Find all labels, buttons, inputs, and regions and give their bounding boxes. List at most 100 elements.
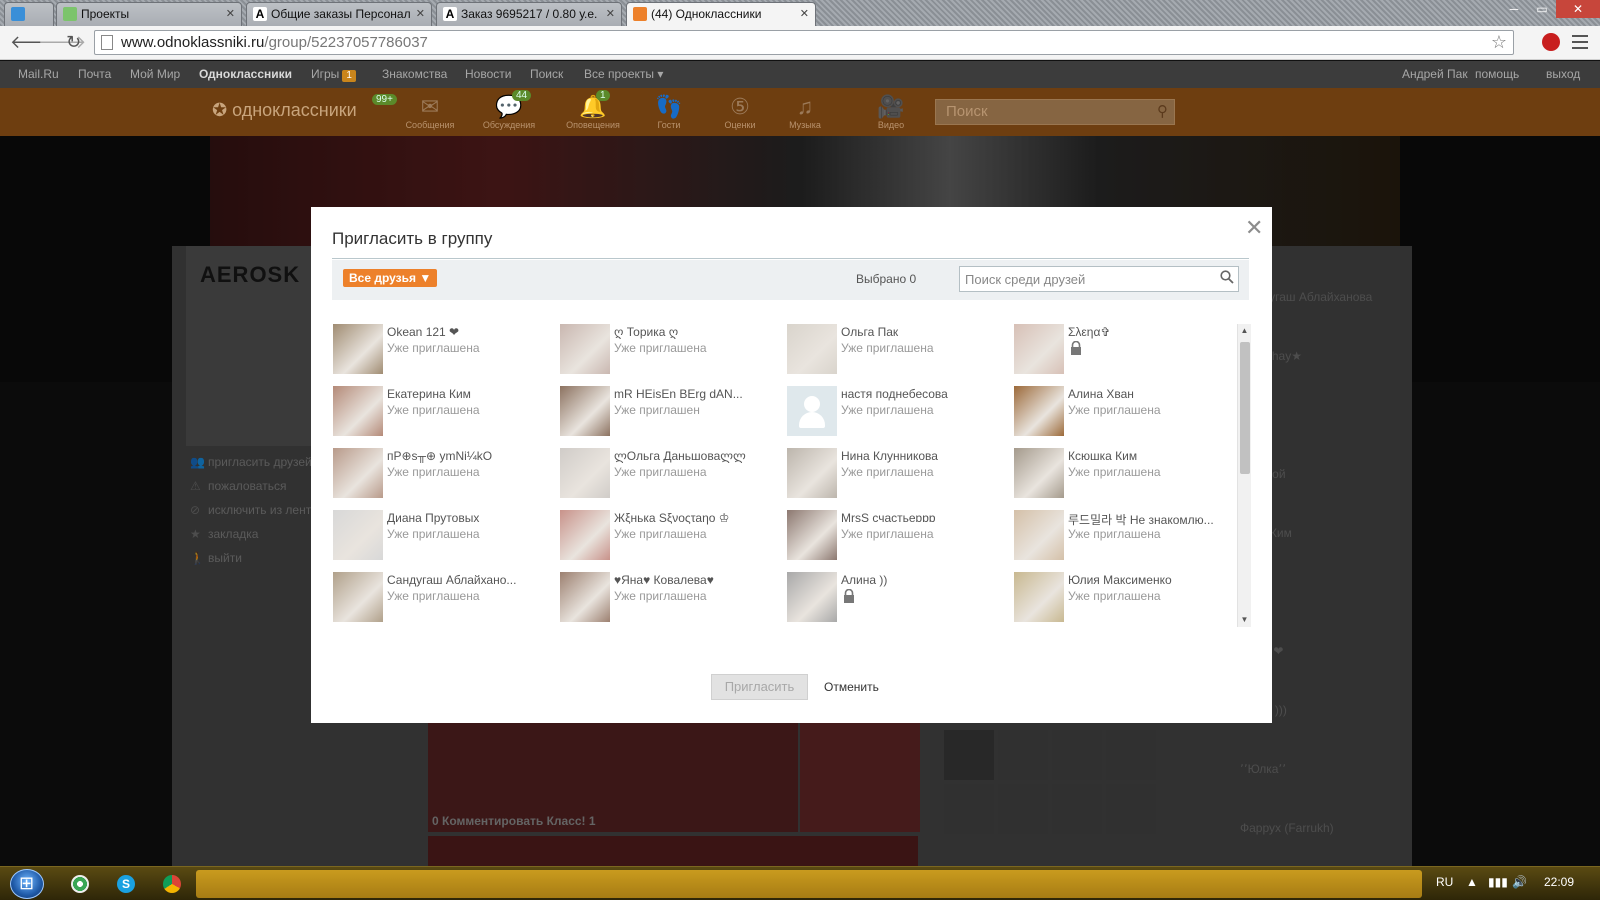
friend-card[interactable]: Юлия Максименко Уже приглашена — [1014, 572, 1223, 624]
browser-tab-mail[interactable] — [4, 2, 54, 26]
friend-card[interactable]: ღ Торика ღ Уже приглашена — [560, 324, 785, 376]
friend-avatar[interactable] — [1014, 510, 1064, 560]
user-name-link[interactable]: Андрей Пак — [1402, 61, 1468, 88]
friend-avatar[interactable] — [787, 572, 837, 622]
friend-card[interactable]: Сандугаш Аблайхано... Уже приглашена — [333, 572, 558, 624]
portal-link-all-projects[interactable]: Все проекты ▾ — [584, 61, 663, 88]
close-icon[interactable]: ✕ — [606, 3, 615, 25]
friend-avatar[interactable] — [560, 324, 610, 374]
clock[interactable]: 22:09 — [1544, 875, 1574, 889]
nav-video[interactable]: 🎥 Видео — [856, 94, 926, 130]
volume-icon[interactable]: 🔊 — [1512, 875, 1527, 889]
logout-link[interactable]: выход — [1546, 61, 1580, 88]
portal-link-odnoklassniki[interactable]: Одноклассники — [199, 61, 292, 88]
friend-avatar[interactable] — [1014, 572, 1064, 622]
search-icon[interactable]: ⚲ — [1157, 100, 1168, 124]
friend-avatar[interactable] — [787, 324, 837, 374]
minimize-icon[interactable]: ─ — [1500, 0, 1528, 18]
network-signal-icon[interactable]: ▮▮▮ — [1488, 875, 1508, 889]
bookmark-star-icon[interactable]: ☆ — [1491, 31, 1507, 54]
chrome-alt-taskbar-icon[interactable] — [60, 871, 100, 897]
cancel-button[interactable]: Отменить — [824, 680, 879, 694]
chrome-icon[interactable] — [152, 871, 192, 897]
friend-avatar[interactable] — [333, 572, 383, 622]
friend-avatar[interactable] — [560, 448, 610, 498]
portal-link-mail[interactable]: Почта — [78, 61, 111, 88]
scroll-down-icon[interactable]: ▼ — [1238, 613, 1251, 627]
portal-link-myworld[interactable]: Мой Мир — [130, 61, 180, 88]
nav-guests[interactable]: 👣 Гости — [634, 94, 704, 130]
portal-link-dating[interactable]: Знакомства — [382, 61, 447, 88]
help-link[interactable]: помощь — [1475, 61, 1519, 88]
friend-card[interactable]: Σλεηα✞ — [1014, 324, 1223, 376]
skype-icon[interactable]: S — [106, 871, 146, 897]
friend-card[interactable]: ლОльга Даньшоваლლ Уже приглашена — [560, 448, 785, 500]
language-indicator[interactable]: RU — [1436, 875, 1453, 889]
friend-card[interactable]: mR HEisEn BErg dAN... Уже приглашен — [560, 386, 785, 438]
nav-messages[interactable]: ✉ Сообщения — [395, 94, 465, 130]
friend-card[interactable]: Алина )) — [787, 572, 1012, 624]
close-icon[interactable]: ✕ — [1245, 215, 1263, 241]
portal-link-mailru[interactable]: Mail.Ru — [18, 61, 59, 88]
friend-card[interactable]: MrsS счастьeɒɒɒ Уже приглашена — [787, 510, 1012, 562]
close-icon[interactable]: ✕ — [800, 3, 809, 25]
browser-tab-odnoklassniki[interactable]: (44) Одноклассники ✕ — [626, 2, 816, 26]
nav-discussions[interactable]: 💬 44 Обсуждения — [474, 90, 544, 130]
maximize-icon[interactable]: ▭ — [1528, 0, 1556, 18]
friend-card[interactable]: Алина Хван Уже приглашена — [1014, 386, 1223, 438]
browser-tab-order-detail[interactable]: A Заказ 9695217 / 0.80 у.е. ✕ — [436, 2, 622, 26]
friend-avatar[interactable] — [333, 510, 383, 560]
friend-avatar[interactable] — [787, 510, 837, 560]
all-friends-filter-button[interactable]: Все друзья ▼ — [343, 269, 438, 287]
scroll-thumb[interactable] — [1240, 342, 1250, 474]
scroll-up-icon[interactable]: ▲ — [1238, 324, 1251, 338]
friend-avatar[interactable] — [560, 510, 610, 560]
portal-link-news[interactable]: Новости — [465, 61, 511, 88]
friend-status: Уже приглашена — [1068, 403, 1161, 417]
extension-icon[interactable] — [1542, 33, 1560, 51]
default-avatar-icon[interactable] — [787, 386, 837, 436]
friend-card[interactable]: Ольга Пак Уже приглашена — [787, 324, 1012, 376]
nav-notifications[interactable]: 🔔 1 Оповещения — [558, 90, 628, 130]
portal-link-games[interactable]: Игры 1 — [311, 61, 356, 88]
friends-search-input[interactable] — [959, 266, 1239, 292]
friend-avatar[interactable] — [333, 386, 383, 436]
friend-card[interactable]: ♥Яна♥ Ковалева♥ Уже приглашена — [560, 572, 785, 624]
friend-card[interactable]: пР⊕s╥⊕ уmNi¼kO Уже приглашена — [333, 448, 558, 500]
friend-card[interactable]: Ксюшка Ким Уже приглашена — [1014, 448, 1223, 500]
portal-link-search[interactable]: Поиск — [530, 61, 563, 88]
tray-arrow-icon[interactable]: ▲ — [1466, 875, 1478, 889]
friend-avatar[interactable] — [1014, 448, 1064, 498]
friend-card[interactable]: 루드밀라 박 Не знакомлю... Уже приглашена — [1014, 510, 1223, 562]
nav-music[interactable]: ♫ Музыка — [770, 94, 840, 130]
browser-tab-orders[interactable]: A Общие заказы Персонал ✕ — [246, 2, 432, 26]
start-button[interactable] — [10, 869, 44, 899]
friend-avatar[interactable] — [1014, 324, 1064, 374]
friend-avatar[interactable] — [560, 386, 610, 436]
window-close-icon[interactable]: ✕ — [1556, 0, 1600, 18]
friend-card[interactable]: Okean 121 ❤ Уже приглашена — [333, 324, 558, 376]
friend-card[interactable]: Жξнька Sξνοςτaηο ♔ Уже приглашена — [560, 510, 785, 562]
browser-tab-projects[interactable]: Проекты ✕ — [56, 2, 242, 26]
friend-card[interactable]: Нина Клунникова Уже приглашена — [787, 448, 1012, 500]
close-icon[interactable]: ✕ — [226, 3, 235, 25]
friend-avatar[interactable] — [1014, 386, 1064, 436]
url-bar[interactable]: www.odnoklassniki.ru/group/5223705778603… — [94, 30, 1514, 55]
header-search-input[interactable]: Поиск ⚲ — [935, 99, 1175, 125]
nav-ratings[interactable]: ⑤ Оценки — [705, 94, 775, 130]
friend-card[interactable]: настя поднебесова Уже приглашена — [787, 386, 1012, 438]
search-icon[interactable] — [1220, 270, 1234, 284]
reload-icon[interactable]: ↻ — [66, 33, 81, 51]
friend-card[interactable]: Диана Прутовых Уже приглашена — [333, 510, 558, 562]
friend-card[interactable]: Екатерина Ким Уже приглашена — [333, 386, 558, 438]
close-icon[interactable]: ✕ — [416, 3, 425, 25]
friend-avatar[interactable] — [787, 448, 837, 498]
taskbar-open-window[interactable] — [196, 870, 1422, 898]
friends-scrollbar[interactable]: ▲ ▼ — [1237, 324, 1251, 627]
menu-icon[interactable] — [1572, 35, 1588, 49]
ok-logo[interactable]: ✪ одноклассники 99+ — [212, 94, 397, 121]
invite-button[interactable]: Пригласить — [711, 674, 808, 700]
friend-avatar[interactable] — [333, 324, 383, 374]
friend-avatar[interactable] — [333, 448, 383, 498]
friend-avatar[interactable] — [560, 572, 610, 622]
